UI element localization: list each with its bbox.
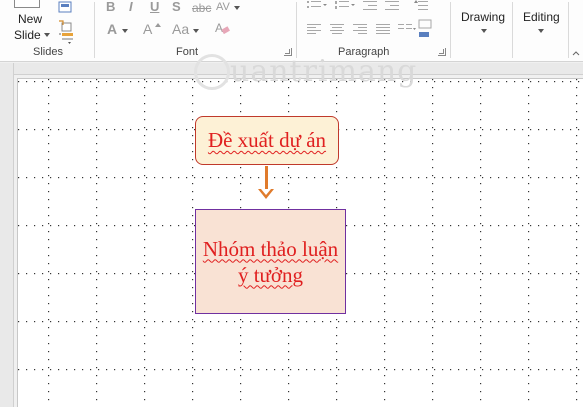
chevron-down-icon: [122, 29, 128, 33]
paragraph-dialog-launcher-icon[interactable]: [438, 48, 446, 56]
italic-button[interactable]: I: [129, 0, 133, 14]
group-separator: [296, 2, 297, 58]
layout-icon[interactable]: [58, 1, 72, 13]
font-color-button[interactable]: A: [107, 22, 117, 36]
shape-idea-discussion-line2: ý tưởng: [237, 262, 304, 287]
line-spacing-icon[interactable]: [413, 0, 431, 12]
strikethrough-button[interactable]: abc: [192, 1, 211, 15]
character-spacing-button[interactable]: AV: [216, 0, 230, 14]
drawing-button[interactable]: Drawing: [461, 10, 505, 24]
ribbon: New Slide Slides B I U S abc AV A A Aa A…: [0, 0, 583, 62]
reset-icon[interactable]: [58, 20, 72, 32]
watermark-logo: [194, 54, 230, 90]
chevron-down-icon: [481, 29, 487, 33]
svg-text:A: A: [215, 21, 223, 35]
new-slide-button[interactable]: New: [18, 12, 42, 26]
underline-button[interactable]: U: [150, 0, 159, 14]
new-slide-icon[interactable]: [14, 0, 40, 8]
editing-button[interactable]: Editing: [523, 10, 560, 24]
increase-indent-icon[interactable]: [384, 0, 400, 12]
bullets-icon[interactable]: [306, 0, 328, 12]
slides-group-label: Slides: [33, 46, 63, 58]
justify-icon[interactable]: [375, 23, 391, 35]
group-separator: [512, 2, 513, 58]
change-case-button[interactable]: Aa: [172, 22, 189, 36]
section-icon[interactable]: [58, 32, 74, 44]
chevron-down-icon: [538, 29, 544, 33]
group-separator: [568, 2, 569, 58]
arrow-head-notch: [261, 189, 271, 195]
new-slide-label: Slide: [14, 28, 41, 42]
new-slide-dropdown[interactable]: Slide: [14, 28, 50, 42]
size-up-icon: [155, 23, 161, 27]
align-center-icon[interactable]: [329, 23, 345, 35]
clear-formatting-icon[interactable]: A: [214, 20, 230, 36]
decrease-indent-icon[interactable]: [362, 0, 378, 12]
shape-idea-discussion[interactable]: Nhóm thảo luận ý tưởng: [195, 209, 346, 314]
vertical-ruler: [0, 63, 14, 407]
bold-button[interactable]: B: [106, 0, 115, 14]
numbering-icon[interactable]: [334, 0, 356, 12]
watermark-text: uantrimang: [230, 54, 418, 89]
group-separator: [450, 2, 451, 58]
chevron-down-icon: [43, 33, 50, 37]
shape-project-proposal[interactable]: Đề xuất dự án: [195, 116, 339, 165]
increase-font-button[interactable]: A: [143, 22, 152, 36]
align-left-icon[interactable]: [306, 23, 322, 35]
group-separator: [94, 2, 95, 58]
collapse-ribbon-icon[interactable]: [572, 50, 580, 56]
slide-canvas[interactable]: uantrimang Đề xuất dự án Nhóm thảo luận …: [17, 54, 583, 407]
align-right-icon[interactable]: [352, 23, 368, 35]
chevron-down-icon: [234, 6, 240, 10]
columns-icon[interactable]: [397, 23, 417, 35]
shape-project-proposal-text: Đề xuất dự án: [207, 128, 327, 152]
chevron-down-icon: [193, 29, 199, 33]
font-group-label: Font: [176, 46, 199, 58]
text-direction-icon[interactable]: [417, 18, 435, 40]
shadow-button[interactable]: S: [172, 0, 181, 14]
shape-idea-discussion-line1: Nhóm thảo luận: [202, 236, 339, 261]
